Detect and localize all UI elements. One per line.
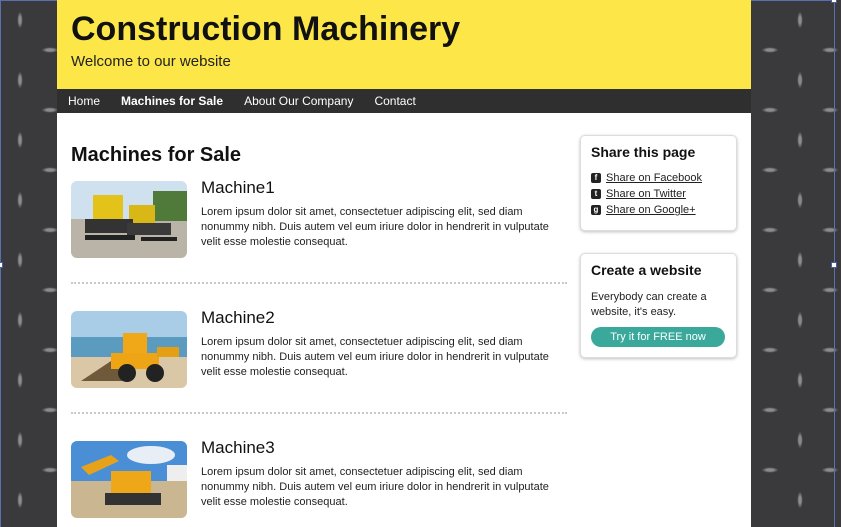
item-text: Machine3 Lorem ipsum dolor sit amet, con… bbox=[201, 438, 567, 527]
item-description: Lorem ipsum dolor sit amet, consectetuer… bbox=[201, 466, 549, 508]
facebook-icon: f bbox=[591, 173, 601, 183]
item-title[interactable]: Machine2 bbox=[201, 308, 567, 328]
machine3-image[interactable] bbox=[71, 441, 187, 518]
share-box: Share this page f Share on Facebook t Sh… bbox=[580, 135, 737, 231]
share-googleplus-link[interactable]: g Share on Google+ bbox=[591, 204, 726, 216]
list-item: Machine1 Lorem ipsum dolor sit amet, con… bbox=[71, 178, 567, 283]
nav-item-contact[interactable]: Contact bbox=[374, 94, 415, 108]
resize-handle[interactable] bbox=[831, 0, 837, 3]
item-title[interactable]: Machine3 bbox=[201, 438, 567, 458]
machine2-image[interactable] bbox=[71, 311, 187, 388]
nav-item-home[interactable]: Home bbox=[68, 94, 100, 108]
site-subtitle: Welcome to our website bbox=[71, 53, 231, 70]
content: Machines for Sale Machine1 Lorem ipsum d… bbox=[57, 113, 751, 527]
create-heading: Create a website bbox=[591, 262, 702, 278]
create-text: Everybody can create a website, it's eas… bbox=[591, 291, 707, 318]
site-header: Construction Machinery Welcome to our we… bbox=[57, 0, 751, 89]
machine1-image[interactable] bbox=[71, 181, 187, 258]
share-twitter-link[interactable]: t Share on Twitter bbox=[591, 188, 726, 200]
page-title: Machines for Sale bbox=[71, 144, 242, 166]
sidebar: Share this page f Share on Facebook t Sh… bbox=[580, 135, 737, 527]
share-label[interactable]: Share on Google+ bbox=[606, 204, 696, 216]
item-text: Machine1 Lorem ipsum dolor sit amet, con… bbox=[201, 178, 567, 283]
site-title: Construction Machinery bbox=[71, 10, 461, 48]
resize-handle[interactable] bbox=[831, 262, 837, 268]
twitter-icon: t bbox=[591, 189, 601, 199]
googleplus-icon: g bbox=[591, 205, 601, 215]
share-label[interactable]: Share on Facebook bbox=[606, 172, 702, 184]
resize-handle[interactable] bbox=[0, 262, 3, 268]
item-text: Machine2 Lorem ipsum dolor sit amet, con… bbox=[201, 308, 567, 413]
share-facebook-link[interactable]: f Share on Facebook bbox=[591, 172, 726, 184]
try-free-button[interactable]: Try it for FREE now bbox=[591, 327, 725, 347]
share-heading: Share this page bbox=[591, 144, 696, 160]
page: Construction Machinery Welcome to our we… bbox=[57, 0, 751, 527]
nav-item-machines-for-sale[interactable]: Machines for Sale bbox=[121, 94, 223, 108]
item-description: Lorem ipsum dolor sit amet, consectetuer… bbox=[201, 206, 549, 248]
item-description: Lorem ipsum dolor sit amet, consectetuer… bbox=[201, 336, 549, 378]
main-nav: Home Machines for Sale About Our Company… bbox=[57, 89, 751, 113]
list-item: Machine3 Lorem ipsum dolor sit amet, con… bbox=[71, 438, 567, 527]
item-title[interactable]: Machine1 bbox=[201, 178, 567, 198]
create-website-box: Create a website Everybody can create a … bbox=[580, 253, 737, 358]
list-item: Machine2 Lorem ipsum dolor sit amet, con… bbox=[71, 308, 567, 413]
share-label[interactable]: Share on Twitter bbox=[606, 188, 686, 200]
nav-item-about[interactable]: About Our Company bbox=[244, 94, 353, 108]
main-column: Machines for Sale Machine1 Lorem ipsum d… bbox=[71, 135, 567, 527]
